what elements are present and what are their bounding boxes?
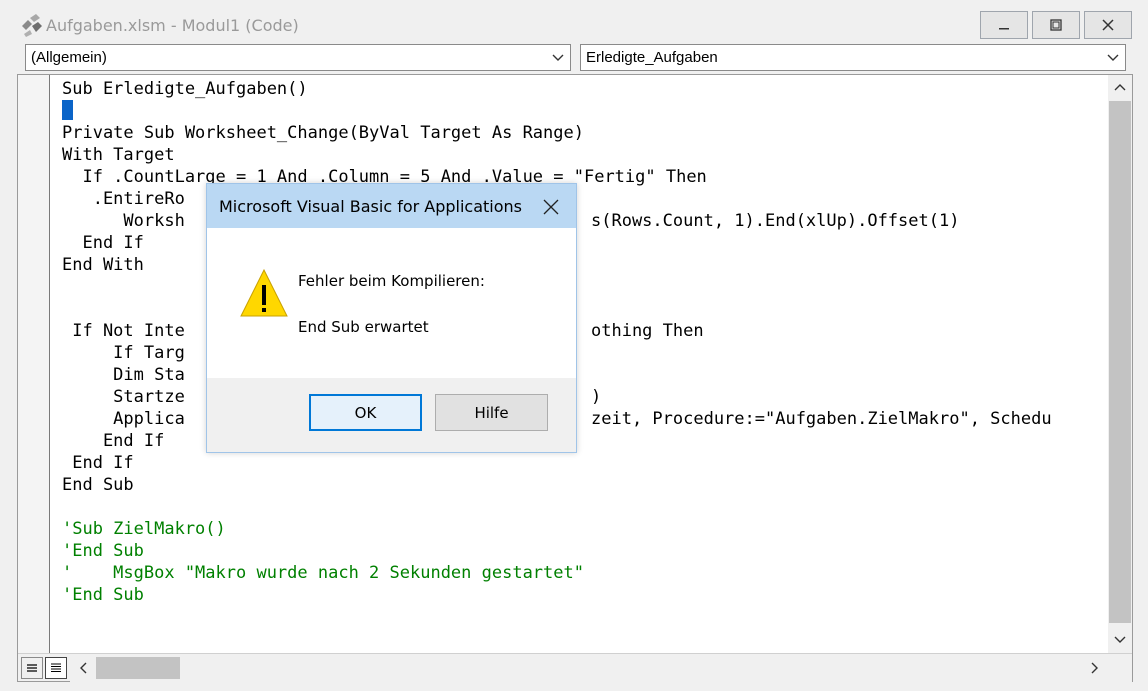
procedure-view-icon [27, 664, 37, 672]
scroll-down-button[interactable] [1108, 628, 1132, 652]
help-button[interactable]: Hilfe [435, 394, 548, 431]
code-line-fragment: s(Rows.Count, 1).End(xlUp).Offset(1) [591, 211, 960, 231]
scroll-up-button[interactable] [1108, 76, 1132, 100]
comment-line: 'End Sub [62, 541, 144, 561]
chevron-down-icon [1114, 636, 1126, 643]
comment-line: 'Sub ZielMakro() [62, 519, 226, 539]
vertical-scrollbar[interactable] [1108, 75, 1132, 653]
dialog-button-area: OK Hilfe [207, 378, 576, 452]
code-line: Applica [62, 409, 185, 429]
restore-button[interactable] [1032, 11, 1080, 39]
scrollbar-corner [1108, 654, 1132, 682]
chevron-left-icon [80, 662, 87, 674]
code-line: Sub Erledigte_Aufgaben() [62, 79, 308, 99]
code-line: With Target [62, 145, 175, 165]
horizontal-scrollbar[interactable] [70, 654, 1108, 682]
full-module-view-icon [51, 663, 61, 673]
code-line: End With [62, 255, 144, 275]
comment-line: 'End Sub [62, 585, 144, 605]
procedure-combobox[interactable]: Erledigte_Aufgaben [580, 44, 1126, 71]
code-line: End If [62, 431, 165, 451]
vba-module-icon [22, 14, 42, 37]
dialog-message-heading: Fehler beim Kompilieren: [298, 272, 485, 290]
ok-button[interactable]: OK [309, 394, 422, 431]
code-line: Private Sub Worksheet_Change(ByVal Targe… [62, 123, 584, 143]
editor-bottom-bar [18, 653, 1132, 682]
code-line-fragment: othing Then [591, 321, 704, 341]
code-line-fragment: ) [591, 387, 602, 407]
code-line: .EntireRo [62, 189, 185, 209]
code-line: If Targ [62, 343, 185, 363]
code-line: End If [62, 453, 134, 473]
restore-icon [1050, 19, 1062, 31]
close-icon [1102, 19, 1114, 31]
warning-icon [240, 268, 288, 317]
dialog-close-button[interactable] [539, 195, 563, 219]
chevron-down-icon [1107, 54, 1119, 61]
procedure-view-button[interactable] [21, 657, 43, 679]
chevron-up-icon [1114, 84, 1126, 91]
code-line: Startze [62, 387, 185, 407]
procedure-combobox-value: Erledigte_Aufgaben [586, 49, 718, 66]
code-line: End Sub [62, 475, 134, 495]
compile-error-dialog: Microsoft Visual Basic for Applications … [206, 183, 577, 453]
window-title: Aufgaben.xlsm - Modul1 (Code) [46, 16, 299, 35]
chevron-right-icon [1091, 662, 1098, 674]
comment-line: ' MsgBox "Makro wurde nach 2 Sekunden ge… [62, 563, 584, 583]
scroll-right-button[interactable] [1082, 656, 1106, 680]
object-combobox[interactable]: (Allgemein) [25, 44, 571, 71]
dialog-titlebar: Microsoft Visual Basic for Applications [207, 184, 576, 228]
vertical-scroll-thumb[interactable] [1109, 101, 1131, 623]
dialog-message-detail: End Sub erwartet [298, 318, 429, 336]
code-line: If Not Inte [62, 321, 185, 341]
chevron-down-icon [552, 54, 564, 61]
minimize-button[interactable] [980, 11, 1028, 39]
full-module-view-button[interactable] [45, 657, 67, 679]
close-window-button[interactable] [1084, 11, 1132, 39]
dialog-title: Microsoft Visual Basic for Applications [219, 197, 523, 216]
object-combobox-value: (Allgemein) [31, 49, 107, 66]
close-icon [543, 199, 559, 215]
horizontal-scroll-thumb[interactable] [96, 657, 180, 679]
code-line-fragment: zeit, Procedure:="Aufgaben.ZielMakro", S… [591, 409, 1052, 429]
text-cursor [62, 100, 73, 120]
code-line: End If [62, 233, 144, 253]
minimize-icon [999, 28, 1009, 30]
code-line: Worksh [62, 211, 185, 231]
margin-indicator-bar[interactable] [18, 75, 50, 653]
scroll-left-button[interactable] [72, 656, 96, 680]
window-titlebar: Aufgaben.xlsm - Modul1 (Code) [0, 0, 1148, 44]
code-line: Dim Sta [62, 365, 185, 385]
